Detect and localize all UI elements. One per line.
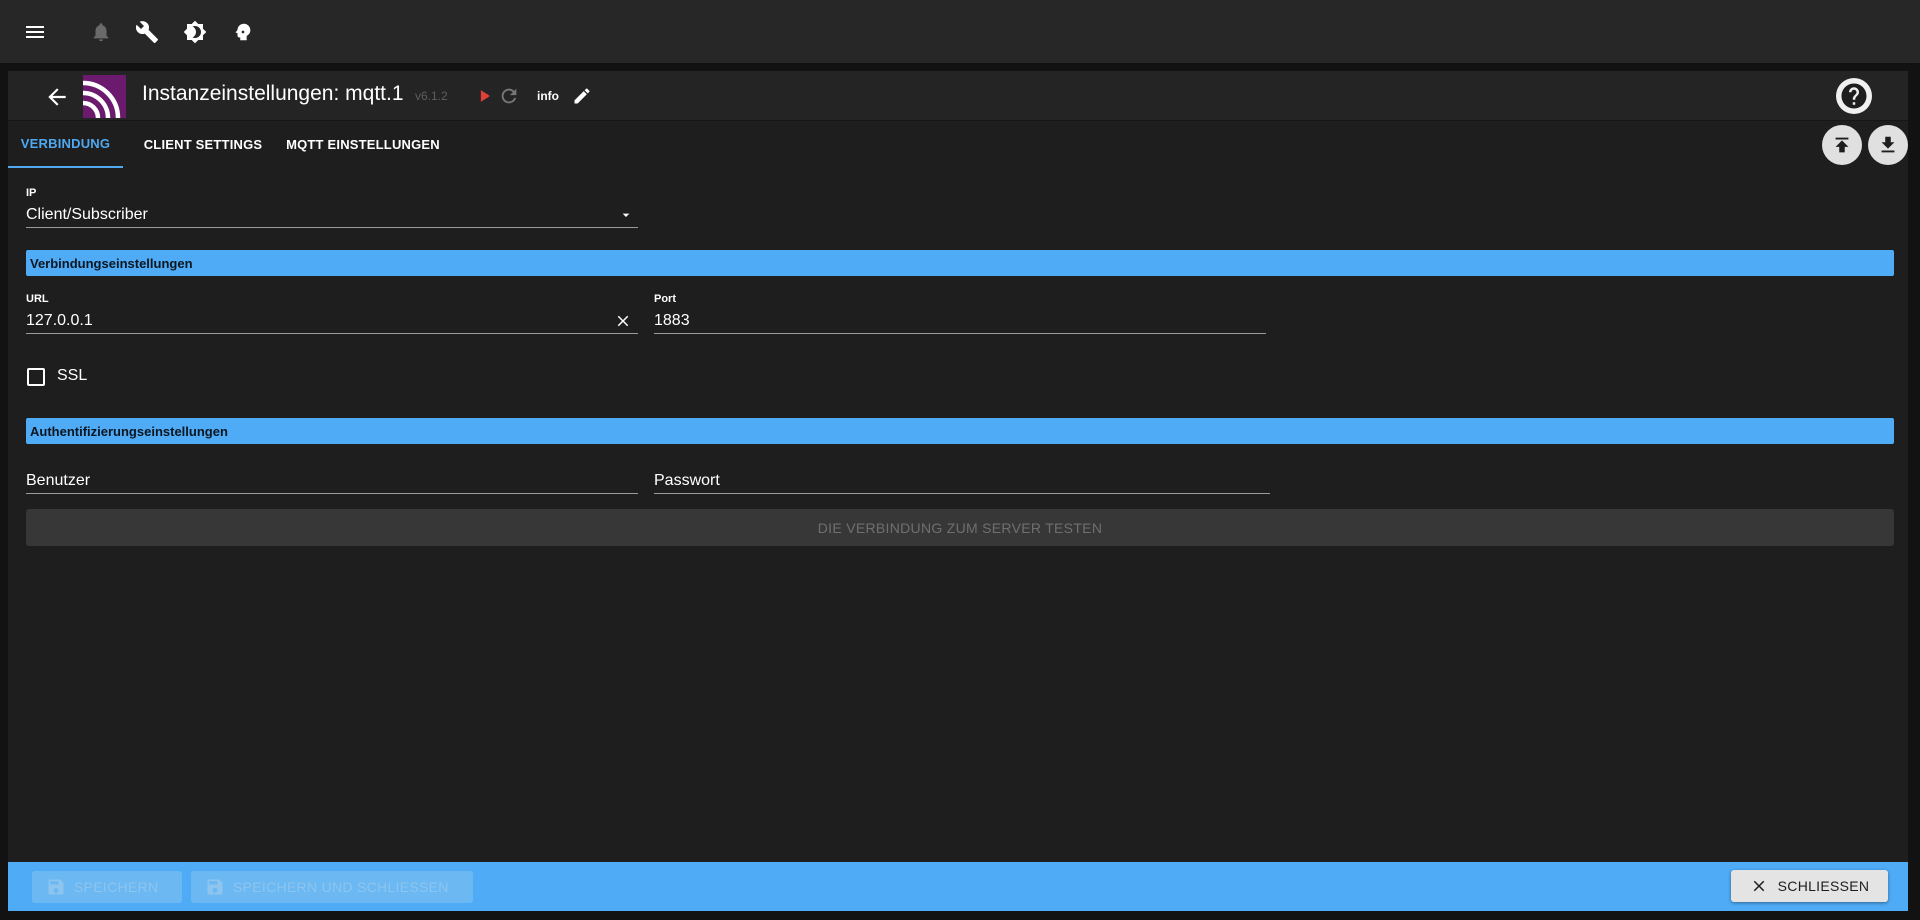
dialog-footer: SPEICHERN SPEICHERN UND SCHLIESSEN SCHLI… [8, 862, 1908, 911]
save-and-close-button[interactable]: SPEICHERN UND SCHLIESSEN [191, 871, 473, 903]
user-input[interactable]: Benutzer [26, 468, 638, 494]
save-and-close-label: SPEICHERN UND SCHLIESSEN [233, 879, 449, 895]
expert-mode-icon[interactable] [230, 19, 256, 45]
download-icon [1881, 136, 1895, 153]
close-label: SCHLIESSEN [1777, 878, 1870, 894]
clear-icon[interactable] [614, 312, 632, 330]
play-icon[interactable] [475, 86, 495, 106]
help-button[interactable] [1836, 78, 1872, 114]
ip-select[interactable]: Client/Subscriber [26, 202, 638, 228]
close-button[interactable]: SCHLIESSEN [1731, 870, 1888, 902]
bell-icon[interactable] [88, 19, 114, 45]
upload-settings-button[interactable] [1822, 125, 1862, 165]
info-label: info [537, 89, 559, 103]
bottom-strip [0, 911, 1920, 920]
tab-mqtt-einstellungen[interactable]: MQTT EINSTELLUNGEN [278, 121, 448, 168]
mqtt-logo-icon [82, 75, 126, 119]
user-placeholder: Benutzer [26, 471, 91, 489]
port-value: 1883 [654, 311, 690, 329]
tab-verbindung[interactable]: VERBINDUNG [8, 121, 123, 168]
ssl-label: SSL [57, 367, 88, 384]
url-input[interactable]: 127.0.0.1 [26, 308, 638, 334]
wrench-icon[interactable] [134, 19, 160, 45]
ip-select-value: Client/Subscriber [26, 205, 148, 223]
password-placeholder: Passwort [654, 471, 720, 489]
top-app-bar [0, 0, 1920, 63]
dialog-header: Instanzeinstellungen: mqtt.1 v6.1.2 info [8, 71, 1908, 121]
tab-client-settings[interactable]: CLIENT SETTINGS [132, 121, 274, 168]
reload-icon[interactable] [498, 85, 520, 107]
version-label: v6.1.2 [415, 89, 448, 103]
save-icon [48, 879, 64, 895]
url-label: URL [26, 293, 49, 305]
url-value: 127.0.0.1 [26, 311, 93, 329]
ssl-checkbox[interactable] [27, 368, 45, 386]
port-input[interactable]: 1883 [654, 308, 1266, 334]
close-icon [1753, 880, 1764, 892]
port-label: Port [654, 293, 676, 305]
save-button[interactable]: SPEICHERN [32, 871, 182, 903]
save-icon [207, 879, 223, 895]
password-input[interactable]: Passwort [654, 468, 1270, 494]
ip-label: IP [26, 187, 37, 199]
edit-pencil-icon[interactable] [572, 86, 592, 106]
upload-icon [1835, 137, 1849, 153]
section-auth-header: Authentifizierungseinstellungen [26, 418, 1894, 444]
save-label: SPEICHERN [74, 879, 159, 895]
tab-bar: VERBINDUNG CLIENT SETTINGS MQTT EINSTELL… [8, 121, 1908, 168]
section-connection-header: Verbindungseinstellungen [26, 250, 1894, 276]
menu-icon[interactable] [22, 19, 48, 45]
download-settings-button[interactable] [1868, 125, 1908, 165]
test-connection-button[interactable]: DIE VERBINDUNG ZUM SERVER TESTEN [26, 509, 1894, 546]
instance-settings-dialog: Instanzeinstellungen: mqtt.1 v6.1.2 info… [8, 71, 1908, 911]
help-icon [1841, 83, 1867, 109]
brightness-icon[interactable] [182, 19, 208, 45]
dialog-title: Instanzeinstellungen: mqtt.1 [142, 82, 404, 105]
dropdown-arrow-icon [622, 213, 630, 217]
back-arrow-icon[interactable] [44, 84, 70, 110]
